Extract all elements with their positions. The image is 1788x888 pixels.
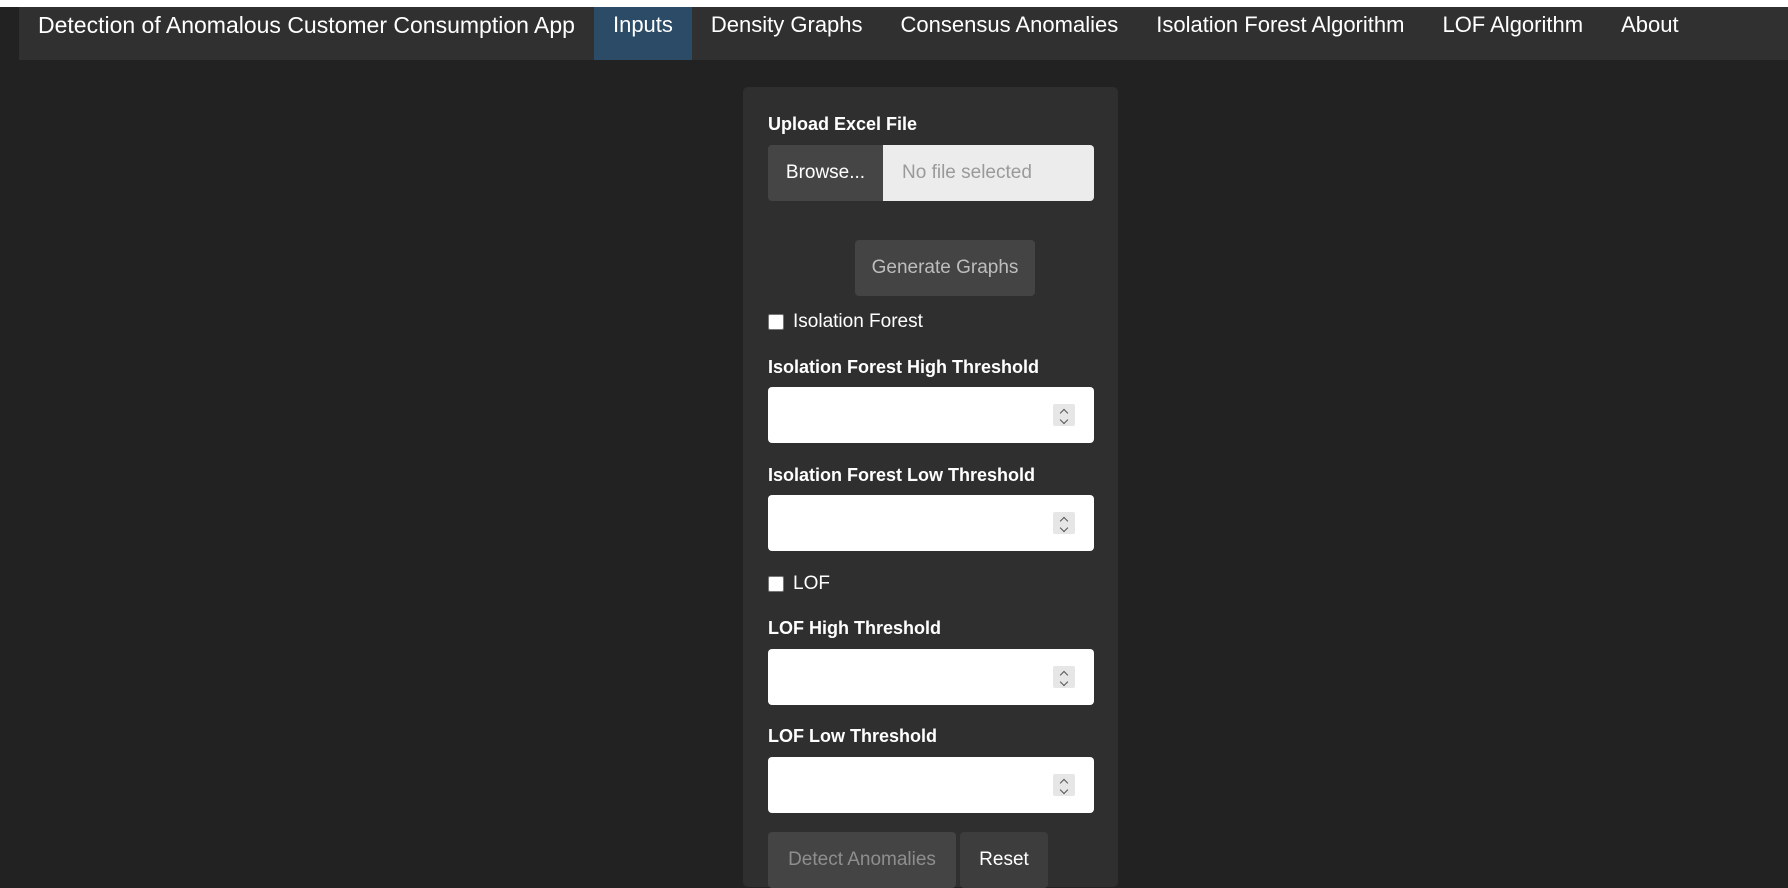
file-name-field[interactable]: No file selected xyxy=(883,145,1094,201)
chevron-down-icon xyxy=(1059,523,1069,533)
lof-checkbox-label: LOF xyxy=(793,573,830,594)
isolation-forest-checkbox-row: Isolation Forest xyxy=(768,311,923,333)
isolation-forest-checkbox-label: Isolation Forest xyxy=(793,311,923,332)
number-spinner-icon[interactable] xyxy=(1053,404,1075,426)
number-spinner-icon[interactable] xyxy=(1053,774,1075,796)
lof-high-threshold-input[interactable] xyxy=(768,649,1094,705)
reset-button[interactable]: Reset xyxy=(960,832,1048,888)
lof-high-threshold-label: LOF High Threshold xyxy=(768,618,941,638)
navbar: Detection of Anomalous Customer Consumpt… xyxy=(19,7,1788,60)
window-top-strip xyxy=(0,0,1788,7)
isolation-forest-high-threshold-label: Isolation Forest High Threshold xyxy=(768,357,1040,377)
chevron-down-icon xyxy=(1059,785,1069,795)
isolation-forest-checkbox[interactable] xyxy=(768,314,784,330)
nav-tab-inputs[interactable]: Inputs xyxy=(593,7,692,60)
browse-button[interactable]: Browse... xyxy=(768,145,883,201)
lof-low-threshold-label: LOF Low Threshold xyxy=(768,726,937,746)
nav-tab-about[interactable]: About xyxy=(1602,7,1698,60)
lof-checkbox[interactable] xyxy=(768,576,784,592)
nav-links: Inputs Density Graphs Consensus Anomalie… xyxy=(593,7,1698,60)
lof-low-threshold-input[interactable] xyxy=(768,757,1094,813)
number-spinner-icon[interactable] xyxy=(1053,512,1075,534)
generate-graphs-button[interactable]: Generate Graphs xyxy=(855,240,1035,296)
chevron-down-icon xyxy=(1059,677,1069,687)
isolation-forest-low-threshold-input[interactable] xyxy=(768,495,1094,551)
nav-tab-lof-algorithm[interactable]: LOF Algorithm xyxy=(1423,7,1602,60)
detect-anomalies-button[interactable]: Detect Anomalies xyxy=(768,832,956,888)
app-brand-title[interactable]: Detection of Anomalous Customer Consumpt… xyxy=(19,7,594,60)
number-spinner-icon[interactable] xyxy=(1053,666,1075,688)
chevron-down-icon xyxy=(1059,415,1069,425)
isolation-forest-low-threshold-label: Isolation Forest Low Threshold xyxy=(768,465,1036,485)
file-upload-group: Browse... No file selected xyxy=(768,145,1094,201)
lof-checkbox-row: LOF xyxy=(768,573,830,595)
nav-tab-density-graphs[interactable]: Density Graphs xyxy=(692,7,882,60)
nav-tab-isolation-forest[interactable]: Isolation Forest Algorithm xyxy=(1137,7,1423,60)
upload-excel-label: Upload Excel File xyxy=(768,114,918,134)
isolation-forest-high-threshold-input[interactable] xyxy=(768,387,1094,443)
inputs-sidebar-panel: Upload Excel File Browse... No file sele… xyxy=(743,87,1118,888)
nav-tab-consensus-anomalies[interactable]: Consensus Anomalies xyxy=(882,7,1138,60)
